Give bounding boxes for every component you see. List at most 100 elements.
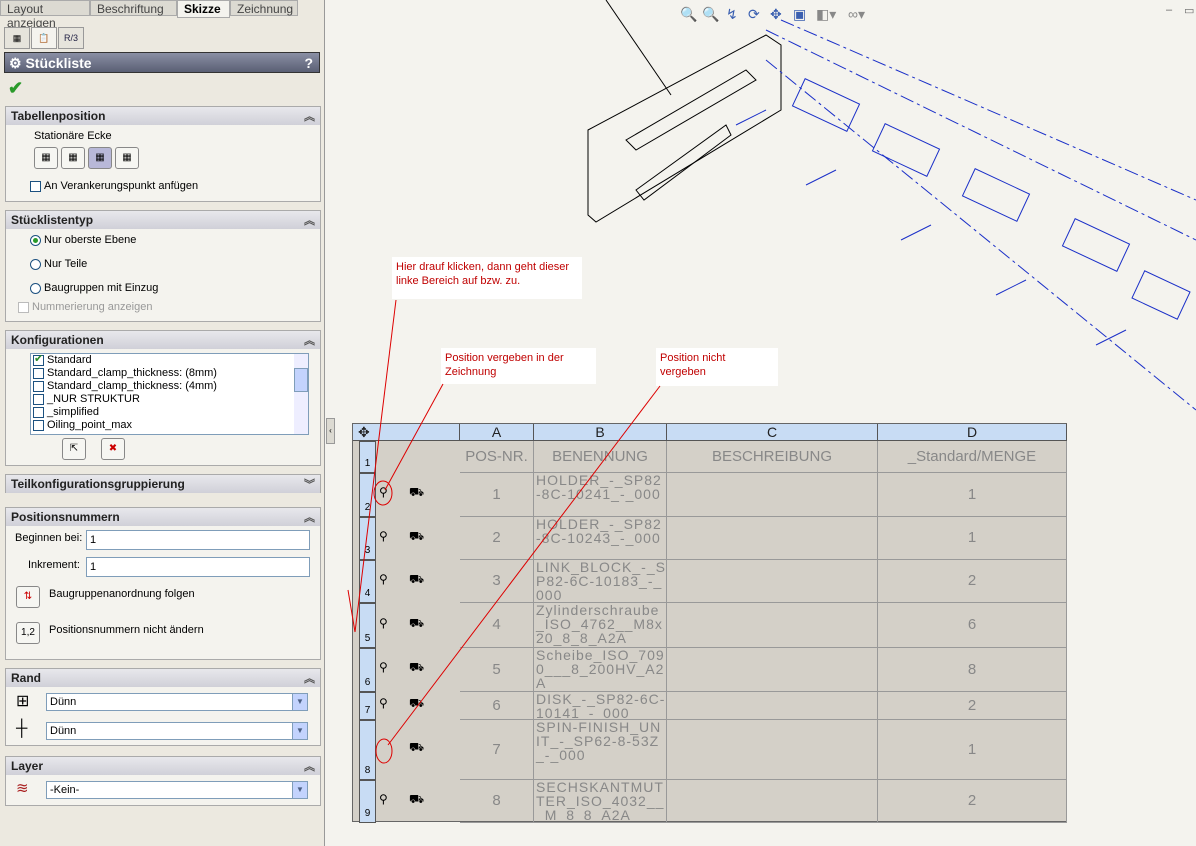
radio-nur-oberste-ebene[interactable]: Nur oberste Ebene <box>30 234 136 246</box>
list-scrollbar[interactable] <box>294 354 308 434</box>
section-teilkonfig[interactable]: Teilkonfigurationsgruppierung ︾ <box>5 474 321 493</box>
config-manager-icon[interactable]: R/3 <box>58 27 84 49</box>
component-icon[interactable]: ⛟ <box>409 696 424 710</box>
description-cell[interactable] <box>667 603 878 648</box>
corner-top-right-button[interactable]: ▦ <box>61 147 85 169</box>
config-checkbox[interactable] <box>33 406 44 418</box>
pos-cell[interactable]: 7 <box>460 720 534 780</box>
pos-cell[interactable]: 1 <box>460 473 534 517</box>
numbering-checkbox[interactable]: Nummerierung anzeigen <box>18 301 152 313</box>
tab-zeichnung[interactable]: Zeichnung <box>230 0 298 16</box>
property-manager-icon[interactable]: 📋 <box>31 27 57 49</box>
quantity-cell[interactable]: 1 <box>878 517 1067 560</box>
name-cell[interactable]: SPIN-FINISH_UNIT_-_SP62-8-53Z_-_000 <box>534 720 667 780</box>
bom-table[interactable]: ✥ A B C D 1 POS-NR. BENENNUNG BESCHREIBUNG _… <box>352 423 1067 823</box>
description-cell[interactable] <box>667 780 878 823</box>
name-cell[interactable]: DISK_-_SP82-6C-10141_-_000 <box>534 692 667 720</box>
tab-skizze[interactable]: Skizze <box>177 0 230 18</box>
balloon-search-icon[interactable]: ⚲ <box>379 529 393 543</box>
help-icon[interactable]: ? <box>304 55 313 71</box>
config-checkbox[interactable] <box>33 367 44 379</box>
clear-config-button[interactable]: ✖ <box>101 438 125 460</box>
collapse-icon[interactable]: ︽ <box>304 212 315 228</box>
balloon-search-icon[interactable]: ⚲ <box>379 616 393 630</box>
row-number[interactable]: 4 <box>359 560 376 603</box>
column-header-b[interactable]: B <box>534 424 667 441</box>
layer-select[interactable]: -Kein- ▼ <box>46 781 308 799</box>
table-header-cell[interactable]: BESCHREIBUNG <box>667 441 878 473</box>
component-icon[interactable]: ⛟ <box>409 616 424 630</box>
row-number[interactable]: 3 <box>359 517 376 560</box>
name-cell[interactable]: LINK_BLOCK_-_SP82-6C-10183_-_000 <box>534 560 667 603</box>
balloon-search-icon[interactable]: ⚲ <box>379 696 393 710</box>
row-number[interactable]: 2 <box>359 473 376 517</box>
description-cell[interactable] <box>667 692 878 720</box>
config-checkbox[interactable] <box>33 393 44 405</box>
feature-manager-icon[interactable]: ▦ <box>4 27 30 49</box>
description-cell[interactable] <box>667 720 878 780</box>
component-icon[interactable]: ⛟ <box>409 572 424 586</box>
row-number[interactable]: 7 <box>359 692 376 720</box>
column-header-c[interactable]: C <box>667 424 878 441</box>
component-icon[interactable]: ⛟ <box>409 485 424 499</box>
pos-cell[interactable]: 2 <box>460 517 534 560</box>
ok-checkmark-icon[interactable]: ✔ <box>8 78 23 99</box>
table-header-cell[interactable]: BENENNUNG <box>534 441 667 473</box>
quantity-cell[interactable]: 2 <box>878 692 1067 720</box>
inner-border-select[interactable]: Dünn ▼ <box>46 722 308 740</box>
corner-top-left-button[interactable]: ▦ <box>34 147 58 169</box>
configurations-list[interactable]: ✔ Standard Standard_clamp_thickness: (8mm)… <box>30 353 309 435</box>
chevron-down-icon[interactable]: ▼ <box>292 694 307 710</box>
name-cell[interactable]: HOLDER_-_SP82-8C-10243_-_000 <box>534 517 667 560</box>
quantity-cell[interactable]: 6 <box>878 603 1067 648</box>
config-item[interactable]: Standard_clamp_thickness: (4mm) <box>31 380 308 393</box>
start-input[interactable]: 1 <box>86 530 310 550</box>
follow-assembly-button[interactable]: ⇅ <box>16 586 40 608</box>
config-item[interactable]: _simplified <box>31 406 308 419</box>
config-checkbox[interactable] <box>33 380 44 392</box>
column-header-d[interactable]: D <box>878 424 1067 441</box>
config-item[interactable]: Standard_clamp_thickness: (8mm) <box>31 367 308 380</box>
column-header-a[interactable]: A <box>460 424 534 441</box>
balloon-search-icon[interactable]: ⚲ <box>379 792 393 806</box>
name-cell[interactable]: SECHSKANTMUTTER_ISO_4032___M_8_8_A2A <box>534 780 667 823</box>
config-checkbox[interactable] <box>33 419 44 431</box>
config-item[interactable]: Oiling_point_max <box>31 419 308 432</box>
description-cell[interactable] <box>667 560 878 603</box>
collapse-icon[interactable]: ︽ <box>304 509 315 525</box>
name-cell[interactable]: Scheibe_ISO_7090___8_200HV_A2A <box>534 648 667 692</box>
anchor-checkbox[interactable]: An Verankerungspunkt anfügen <box>30 180 198 192</box>
select-config-button[interactable]: ⇱ <box>62 438 86 460</box>
name-cell[interactable]: Zylinderschraube_ISO_4762__M8x20_8_8_A2A <box>534 603 667 648</box>
table-header-cell[interactable]: _Standard/MENGE <box>878 441 1067 473</box>
corner-bottom-left-button[interactable]: ▦ <box>88 147 112 169</box>
panel-toggle-handle[interactable]: ‹ <box>326 418 335 444</box>
config-checkbox[interactable]: ✔ <box>33 354 44 366</box>
quantity-cell[interactable]: 2 <box>878 560 1067 603</box>
description-cell[interactable] <box>667 517 878 560</box>
quantity-cell[interactable]: 1 <box>878 473 1067 517</box>
row-number[interactable]: 1 <box>359 441 376 473</box>
pos-cell[interactable]: 6 <box>460 692 534 720</box>
component-icon[interactable]: ⛟ <box>409 792 424 806</box>
balloon-search-icon[interactable]: ⚲ <box>379 572 393 586</box>
outer-border-select[interactable]: Dünn ▼ <box>46 693 308 711</box>
chevron-down-icon[interactable]: ▼ <box>292 723 307 739</box>
expand-icon[interactable]: ︾ <box>304 476 315 492</box>
radio-nur-teile[interactable]: Nur Teile <box>30 258 87 270</box>
tab-beschriftung[interactable]: Beschriftung <box>90 0 177 16</box>
collapse-icon[interactable]: ︽ <box>304 758 315 774</box>
name-cell[interactable]: HOLDER_-_SP82-8C-10241_-_000 <box>534 473 667 517</box>
pos-cell[interactable]: 3 <box>460 560 534 603</box>
quantity-cell[interactable]: 2 <box>878 780 1067 823</box>
table-move-handle-icon[interactable]: ✥ <box>353 424 460 441</box>
config-item[interactable]: ✔ Standard <box>31 354 308 367</box>
row-number[interactable]: 8 <box>359 720 376 780</box>
row-number[interactable]: 9 <box>359 780 376 823</box>
row-number[interactable]: 5 <box>359 603 376 648</box>
pos-cell[interactable]: 8 <box>460 780 534 823</box>
balloon-search-icon[interactable]: ⚲ <box>379 485 393 499</box>
pos-cell[interactable]: 4 <box>460 603 534 648</box>
component-icon[interactable]: ⛟ <box>409 660 424 674</box>
description-cell[interactable] <box>667 648 878 692</box>
